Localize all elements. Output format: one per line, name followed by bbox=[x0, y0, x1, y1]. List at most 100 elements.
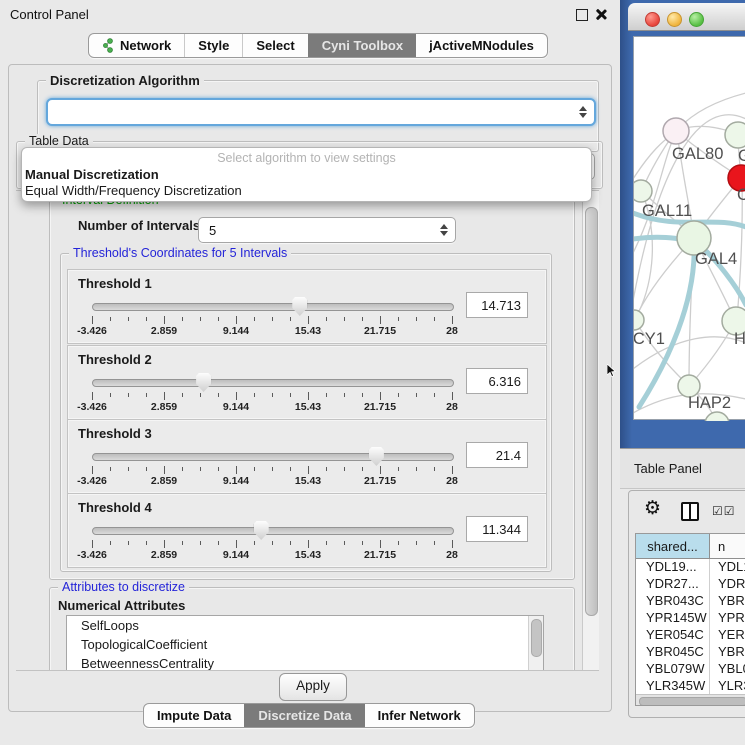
select-columns-checkboxes-icon[interactable]: ☑☑ bbox=[712, 504, 736, 518]
threshold-4-slider-track[interactable] bbox=[92, 527, 454, 535]
threshold-2-slider-thumb[interactable] bbox=[196, 373, 211, 392]
network-window-titlebar[interactable] bbox=[628, 3, 745, 31]
threshold-3-slider-track[interactable] bbox=[92, 453, 454, 461]
tick-mark bbox=[254, 393, 255, 397]
attributes-scrollbar[interactable] bbox=[528, 616, 543, 671]
tab-jactivemnodules[interactable]: jActiveMNodules bbox=[416, 34, 547, 57]
attributes-group-title: Attributes to discretize bbox=[58, 580, 189, 594]
cell-name[interactable]: YBR0 bbox=[710, 644, 745, 661]
tick-mark bbox=[290, 541, 291, 545]
threshold-1-slider-thumb[interactable] bbox=[292, 297, 307, 316]
main-scrollbar[interactable] bbox=[582, 191, 599, 670]
tick-mark bbox=[344, 541, 345, 545]
tick-mark bbox=[254, 317, 255, 321]
popup-option-manual-discretization[interactable]: Manual Discretization bbox=[25, 167, 588, 183]
tick-mark bbox=[416, 393, 417, 397]
threshold-3-slider-thumb[interactable] bbox=[369, 447, 384, 466]
tick-mark bbox=[398, 393, 399, 397]
number-of-intervals-combobox[interactable]: 5 bbox=[198, 217, 456, 243]
minimize-window-icon[interactable] bbox=[667, 12, 682, 27]
cell-shared-name[interactable]: YDL19... bbox=[636, 559, 710, 576]
network-node[interactable] bbox=[634, 310, 644, 330]
tab-impute-data[interactable]: Impute Data bbox=[144, 704, 244, 727]
table-row[interactable]: YER054CYER0 bbox=[636, 627, 745, 644]
popup-option-equal-width-frequency-discretization[interactable]: Equal Width/Frequency Discretization bbox=[25, 183, 588, 199]
attribute-item-betweennesscentrality[interactable]: BetweennessCentrality bbox=[67, 654, 543, 671]
scrollbar-thumb[interactable] bbox=[531, 619, 542, 657]
thresholds-group-title: Threshold's Coordinates for 5 Intervals bbox=[69, 246, 291, 260]
cell-name[interactable]: YLR3 bbox=[710, 678, 745, 695]
threshold-4-value-field[interactable]: 11.344 bbox=[466, 516, 528, 542]
table-row[interactable]: YBR045CYBR0 bbox=[636, 644, 745, 661]
cell-shared-name[interactable]: YLR345W bbox=[636, 678, 710, 695]
tick-label: 28 bbox=[430, 549, 474, 561]
network-node[interactable] bbox=[663, 118, 689, 144]
cell-name[interactable]: YER0 bbox=[710, 627, 745, 644]
gear-icon[interactable]: ⚙ bbox=[644, 499, 661, 519]
threshold-3-value-field[interactable]: 21.4 bbox=[466, 442, 528, 468]
cell-shared-name[interactable]: YBR045C bbox=[636, 644, 710, 661]
threshold-2-label: Threshold 2 bbox=[78, 352, 152, 367]
algorithm-combobox[interactable] bbox=[46, 98, 596, 126]
network-node[interactable] bbox=[634, 180, 652, 202]
tab-infer-network[interactable]: Infer Network bbox=[365, 704, 474, 727]
tick-mark bbox=[308, 392, 309, 400]
table-hscrollbar[interactable] bbox=[636, 694, 745, 705]
table-row[interactable]: YBL079WYBL0 bbox=[636, 661, 745, 678]
attribute-item-topologicalcoefficient[interactable]: TopologicalCoefficient bbox=[67, 635, 543, 654]
threshold-1-slider-track[interactable] bbox=[92, 303, 454, 311]
table-rows: YDL19...YDL1YDR27...YDR2YBR043CYBR0YPR14… bbox=[636, 559, 745, 700]
network-node-label: GAL80 bbox=[672, 145, 723, 163]
tick-mark bbox=[110, 317, 111, 321]
threshold-2-value-field[interactable]: 6.316 bbox=[466, 368, 528, 394]
table-row[interactable]: YDL19...YDL1 bbox=[636, 559, 745, 576]
threshold-2-slider-track[interactable] bbox=[92, 379, 454, 387]
scrollbar-thumb[interactable] bbox=[639, 697, 745, 706]
table-row[interactable]: YLR345WYLR3 bbox=[636, 678, 745, 695]
network-node-label: H bbox=[734, 330, 745, 348]
table-row[interactable]: YBR043CYBR0 bbox=[636, 593, 745, 610]
tick-mark bbox=[236, 392, 237, 400]
tab-cyni-toolbox[interactable]: Cyni Toolbox bbox=[308, 34, 416, 57]
cell-shared-name[interactable]: YDR27... bbox=[636, 576, 710, 593]
cell-name[interactable]: YBR0 bbox=[710, 593, 745, 610]
tick-mark bbox=[452, 392, 453, 400]
table-row[interactable]: YDR27...YDR2 bbox=[636, 576, 745, 593]
tick-label: -3.426 bbox=[70, 475, 114, 487]
threshold-1-value-field[interactable]: 14.713 bbox=[466, 292, 528, 318]
cell-name[interactable]: YPR1 bbox=[710, 610, 745, 627]
tab-network[interactable]: Network bbox=[89, 34, 184, 57]
tick-mark bbox=[92, 392, 93, 400]
threshold-1-panel: Threshold 1-3.4262.8599.14415.4321.71528… bbox=[67, 269, 547, 344]
cell-shared-name[interactable]: YBR043C bbox=[636, 593, 710, 610]
table-header-name[interactable]: n bbox=[710, 534, 745, 558]
tab-discretize-data[interactable]: Discretize Data bbox=[244, 704, 364, 727]
attribute-item-selfloops[interactable]: SelfLoops bbox=[67, 616, 543, 635]
tab-style[interactable]: Style bbox=[184, 34, 242, 57]
tab-select[interactable]: Select bbox=[242, 34, 307, 57]
float-panel-icon[interactable] bbox=[576, 9, 588, 21]
cell-shared-name[interactable]: YER054C bbox=[636, 627, 710, 644]
columns-icon[interactable] bbox=[681, 502, 699, 521]
cell-name[interactable]: YDL1 bbox=[710, 559, 745, 576]
tick-label: 21.715 bbox=[358, 325, 402, 337]
network-node[interactable] bbox=[705, 412, 729, 421]
number-of-intervals-value: 5 bbox=[209, 218, 216, 242]
table-row[interactable]: YPR145WYPR1 bbox=[636, 610, 745, 627]
close-panel-icon[interactable] bbox=[595, 8, 607, 20]
cell-name[interactable]: YBL0 bbox=[710, 661, 745, 678]
cell-shared-name[interactable]: YPR145W bbox=[636, 610, 710, 627]
threshold-4-slider-thumb[interactable] bbox=[254, 521, 269, 540]
scrollbar-thumb[interactable] bbox=[585, 207, 598, 616]
numerical-attributes-list[interactable]: SelfLoopsTopologicalCoefficientBetweenne… bbox=[66, 615, 544, 671]
network-node[interactable] bbox=[725, 122, 745, 148]
tick-mark bbox=[236, 316, 237, 324]
close-window-icon[interactable] bbox=[645, 12, 660, 27]
zoom-window-icon[interactable] bbox=[689, 12, 704, 27]
tick-mark bbox=[380, 466, 381, 474]
cell-name[interactable]: YDR2 bbox=[710, 576, 745, 593]
apply-button[interactable]: Apply bbox=[279, 673, 347, 701]
network-canvas[interactable]: GAL80GCGAL11GAL4GCY1HHAP2 bbox=[633, 36, 745, 420]
cell-shared-name[interactable]: YBL079W bbox=[636, 661, 710, 678]
table-header-shared-name[interactable]: shared... bbox=[636, 534, 710, 558]
